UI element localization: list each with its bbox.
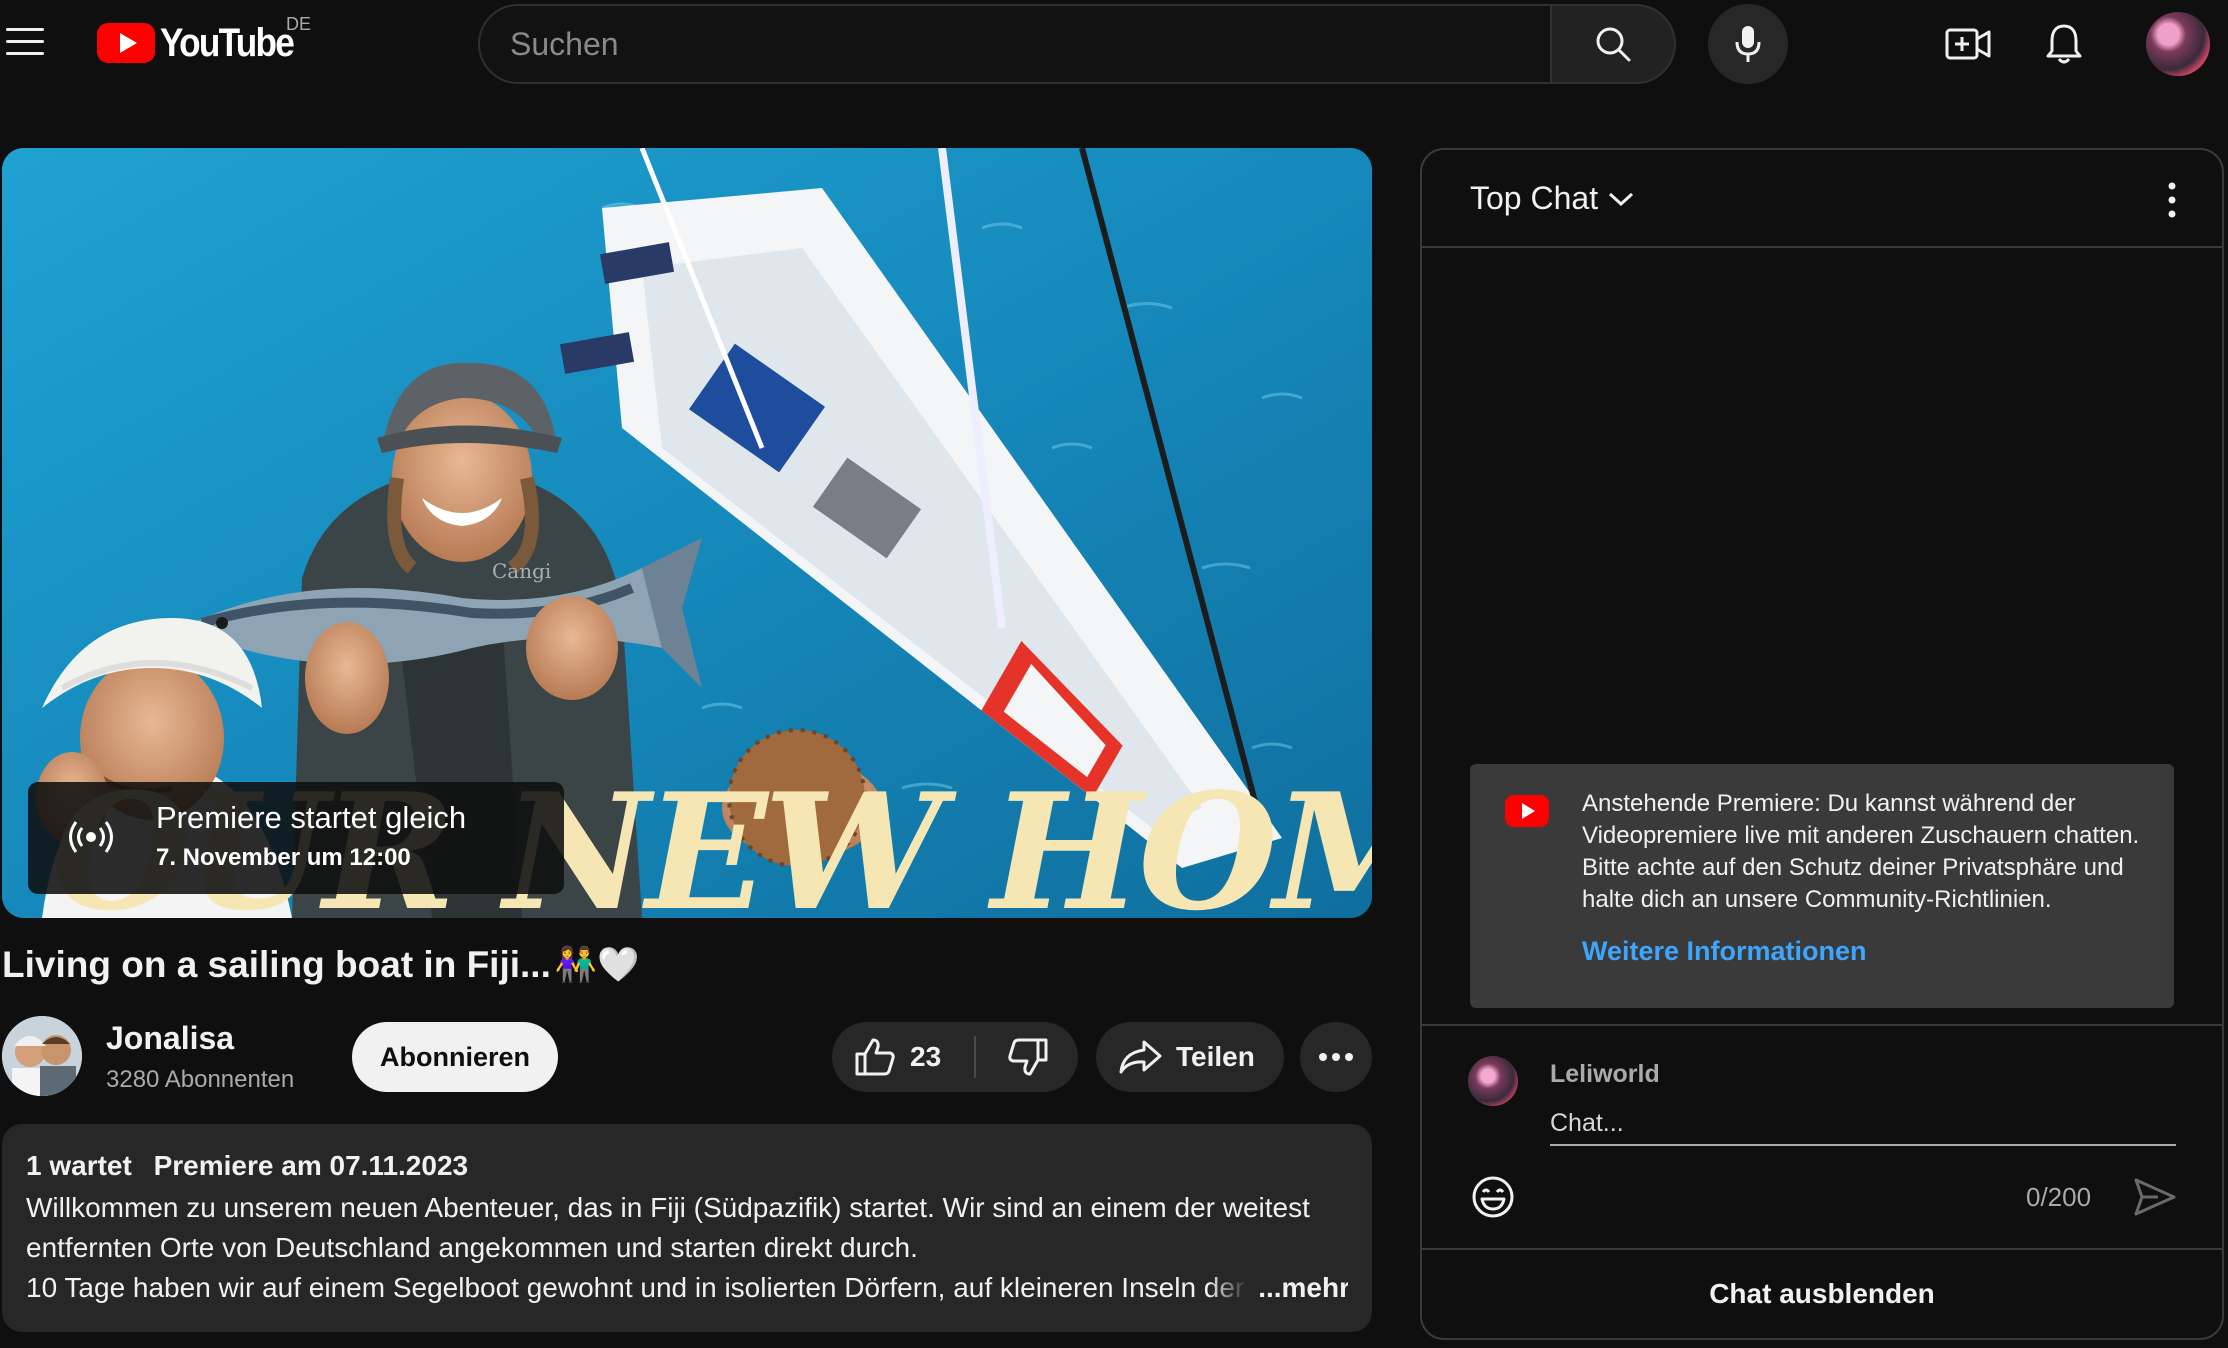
youtube-logo-icon xyxy=(97,23,155,63)
search-bar xyxy=(478,4,1676,84)
show-more-link[interactable]: ...mehr xyxy=(1208,1268,1348,1308)
account-avatar[interactable] xyxy=(2146,12,2210,76)
thumbs-up-icon xyxy=(855,1038,895,1076)
youtube-logo-icon xyxy=(1505,795,1549,827)
video-title: Living on a sailing boat in Fiji... 👫🤍 xyxy=(2,944,640,986)
live-chat-panel: Top Chat Anstehende Premiere: Du kannst … xyxy=(1420,148,2224,1340)
notice-text: Anstehende Premiere: Du kannst während d… xyxy=(1582,790,2140,913)
share-button[interactable]: Teilen xyxy=(1096,1022,1284,1092)
chat-user-avatar xyxy=(1468,1056,1518,1106)
chat-user-name: Leliworld xyxy=(1550,1060,1660,1088)
top-bar: YouTube DE xyxy=(0,0,2228,86)
share-arrow-icon xyxy=(1119,1040,1162,1074)
more-actions-button[interactable] xyxy=(1300,1022,1372,1092)
like-separator xyxy=(974,1036,976,1078)
dislike-button[interactable] xyxy=(978,1022,1078,1092)
premiere-title: Premiere startet gleich xyxy=(156,800,467,835)
search-icon xyxy=(1596,27,1631,62)
share-label: Teilen xyxy=(1176,1041,1255,1072)
notifications-button[interactable] xyxy=(2040,20,2088,68)
description-line: Willkommen zu unserem neuen Abenteuer, d… xyxy=(26,1192,1310,1223)
description-line-last: 10 Tage haben wir auf einem Segelboot ge… xyxy=(26,1268,1348,1308)
like-button[interactable]: 23 xyxy=(832,1022,976,1092)
logo-text: YouTube xyxy=(160,20,295,65)
description-line-text: 10 Tage haben wir auf einem Segelboot ge… xyxy=(26,1272,1288,1303)
live-broadcast-icon xyxy=(69,821,113,853)
like-count: 23 xyxy=(910,1041,942,1072)
chat-mode-label: Top Chat xyxy=(1470,180,1599,216)
create-video-button[interactable] xyxy=(1944,20,1992,68)
video-player[interactable]: OUR NEW HOME? Cangi Premiere startet gle… xyxy=(2,148,1372,918)
chat-header: Top Chat xyxy=(1422,150,2222,248)
channel-avatar[interactable] xyxy=(2,1016,82,1096)
premiere-overlay: Premiere startet gleich 7. November um 1… xyxy=(28,782,564,894)
premiere-chat-notice: Anstehende Premiere: Du kannst während d… xyxy=(1470,764,2174,1008)
video-title-text: Living on a sailing boat in Fiji... xyxy=(2,944,551,985)
menu-icon[interactable] xyxy=(6,28,44,58)
boat-hull-text: Cangi xyxy=(492,559,551,583)
notifications-bell-icon xyxy=(2046,24,2082,64)
send-icon[interactable] xyxy=(2132,1174,2178,1220)
create-video-icon xyxy=(1945,28,1991,60)
search-input[interactable] xyxy=(478,4,1550,84)
description-box[interactable]: 1 wartet Premiere am 07.11.2023 Willkomm… xyxy=(2,1124,1372,1332)
waiting-count: 1 wartet xyxy=(26,1150,132,1181)
more-info-link[interactable]: Weitere Informationen xyxy=(1582,936,1867,967)
more-horizontal-icon xyxy=(1319,1053,1353,1061)
like-dislike-group: 23 xyxy=(832,1022,1078,1092)
description-line: entfernten Orte von Deutschland angekomm… xyxy=(26,1232,918,1263)
hide-chat-button[interactable]: Chat ausblenden xyxy=(1422,1248,2222,1338)
search-button[interactable] xyxy=(1550,4,1676,84)
channel-avatar-image xyxy=(2,1016,82,1096)
title-emoji: 👫🤍 xyxy=(554,946,640,984)
chat-input-area: Leliworld 0/200 xyxy=(1422,1024,2222,1250)
character-count: 0/200 xyxy=(2026,1182,2092,1212)
country-code: DE xyxy=(286,14,312,34)
chat-message-input[interactable] xyxy=(1550,1102,2176,1146)
voice-search-button[interactable] xyxy=(1708,4,1788,84)
youtube-logo[interactable]: YouTube xyxy=(96,18,311,68)
more-vertical-icon[interactable] xyxy=(2162,180,2182,220)
channel-name[interactable]: Jonalisa xyxy=(106,1020,234,1057)
description-meta: 1 wartet Premiere am 07.11.2023 xyxy=(26,1150,1348,1182)
subscribe-button[interactable]: Abonnieren xyxy=(352,1022,558,1092)
premiere-date-label: Premiere am 07.11.2023 xyxy=(153,1150,469,1181)
thumbs-down-icon xyxy=(1008,1038,1048,1076)
microphone-icon xyxy=(1735,26,1761,62)
chevron-down-icon xyxy=(1609,192,1634,206)
subscriber-count: 3280 Abonnenten xyxy=(106,1066,295,1093)
emoji-icon[interactable] xyxy=(1470,1174,1516,1220)
premiere-date: 7. November um 12:00 xyxy=(156,844,411,871)
chat-mode-selector[interactable]: Top Chat xyxy=(1470,180,1634,217)
